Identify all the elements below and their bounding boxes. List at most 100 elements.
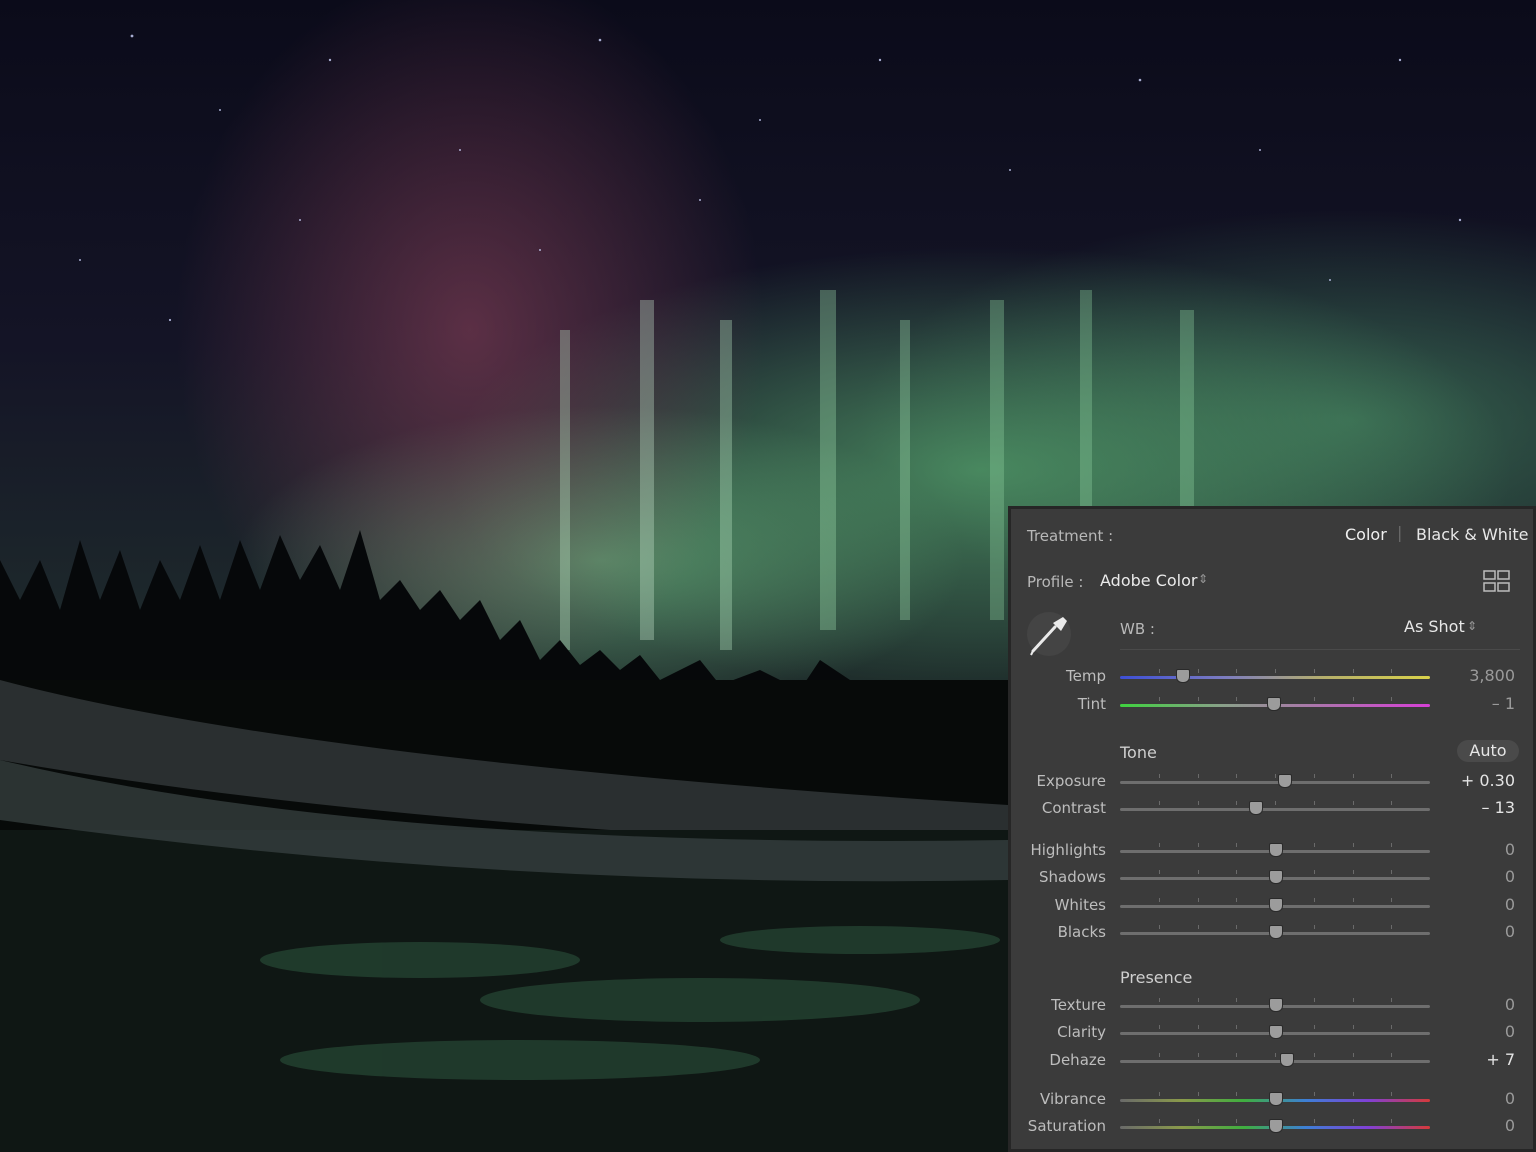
tint-tick [1314, 697, 1315, 701]
color-section: Vibrance 0 Saturation 0 [1011, 1078, 1533, 1149]
saturation-slider[interactable] [1120, 1119, 1430, 1133]
clarity-tick [1314, 1025, 1315, 1029]
contrast-tick [1314, 801, 1315, 805]
clarity-tick [1353, 1025, 1354, 1029]
tint-slider[interactable] [1120, 697, 1430, 711]
saturation-slider-thumb[interactable] [1269, 1119, 1283, 1133]
blacks-value[interactable]: 0 [1505, 922, 1515, 941]
highlights-slider[interactable] [1120, 843, 1430, 857]
clarity-slider-thumb[interactable] [1269, 1025, 1283, 1039]
contrast-value[interactable]: – 13 [1482, 798, 1515, 817]
clarity-tick [1236, 1025, 1237, 1029]
whites-value[interactable]: 0 [1505, 895, 1515, 914]
temp-slider[interactable] [1120, 669, 1430, 683]
auto-button[interactable]: Auto [1457, 740, 1519, 762]
highlights-value[interactable]: 0 [1505, 840, 1515, 859]
treatment-color-option[interactable]: Color [1345, 525, 1387, 544]
contrast-tick [1236, 801, 1237, 805]
vibrance-value[interactable]: 0 [1505, 1089, 1515, 1108]
whites-slider[interactable] [1120, 898, 1430, 912]
exposure-value[interactable]: + 0.30 [1461, 771, 1515, 790]
exposure-slider[interactable] [1120, 774, 1430, 788]
temp-tick [1275, 669, 1276, 673]
whites-slider-thumb[interactable] [1269, 898, 1283, 912]
whites-tick [1391, 898, 1392, 902]
eyedropper-icon[interactable] [1025, 611, 1075, 657]
clarity-tick [1391, 1025, 1392, 1029]
profile-row: Profile : Adobe Color ⇕ [1011, 558, 1533, 605]
contrast-slider[interactable] [1120, 801, 1430, 815]
exposure-slider-thumb[interactable] [1278, 774, 1292, 788]
dehaze-slider[interactable] [1120, 1053, 1430, 1067]
highlights-slider-thumb[interactable] [1269, 843, 1283, 857]
wb-divider [1120, 649, 1520, 650]
shadows-tick [1236, 870, 1237, 874]
highlights-tick [1314, 843, 1315, 847]
clarity-value[interactable]: 0 [1505, 1022, 1515, 1041]
tint-tick [1236, 697, 1237, 701]
tint-value[interactable]: – 1 [1492, 694, 1515, 713]
tint-label: Tint [1077, 695, 1106, 713]
dehaze-slider-thumb[interactable] [1280, 1053, 1294, 1067]
blacks-tick [1198, 925, 1199, 929]
shadows-slider-thumb[interactable] [1269, 870, 1283, 884]
contrast-label: Contrast [1041, 799, 1106, 817]
contrast-tick [1275, 801, 1276, 805]
texture-slider[interactable] [1120, 998, 1430, 1012]
dehaze-tick [1353, 1053, 1354, 1057]
temp-tick [1353, 669, 1354, 673]
shadows-tick [1159, 870, 1160, 874]
dehaze-tick [1391, 1053, 1392, 1057]
profile-dropdown[interactable]: Adobe Color [1100, 571, 1197, 590]
saturation-value[interactable]: 0 [1505, 1116, 1515, 1135]
blacks-tick [1391, 925, 1392, 929]
wb-dropdown[interactable]: As Shot [1404, 617, 1465, 636]
contrast-slider-thumb[interactable] [1249, 801, 1263, 815]
highlights-label: Highlights [1030, 841, 1106, 859]
clarity-tick [1159, 1025, 1160, 1029]
treatment-bw-option[interactable]: Black & White [1416, 525, 1528, 544]
blacks-slider[interactable] [1120, 925, 1430, 939]
dehaze-label: Dehaze [1049, 1051, 1106, 1069]
tint-slider-thumb[interactable] [1267, 697, 1281, 711]
clarity-slider[interactable] [1120, 1025, 1430, 1039]
vibrance-tick [1198, 1092, 1199, 1096]
temp-slider-thumb[interactable] [1176, 669, 1190, 683]
texture-value[interactable]: 0 [1505, 995, 1515, 1014]
dehaze-tick [1236, 1053, 1237, 1057]
texture-slider-thumb[interactable] [1269, 998, 1283, 1012]
tone-heading: Tone [1120, 743, 1157, 762]
tone-section: Tone Auto Exposure + 0.30 Contrast – 13 [1011, 728, 1533, 830]
vibrance-slider[interactable] [1120, 1092, 1430, 1106]
profile-browser-grid-icon[interactable] [1483, 570, 1511, 592]
dehaze-value[interactable]: + 7 [1486, 1050, 1515, 1069]
texture-label: Texture [1051, 996, 1106, 1014]
vibrance-slider-thumb[interactable] [1269, 1092, 1283, 1106]
white-balance-section: WB : As Shot ⇕ Temp 3,800 Tint – 1 [1011, 603, 1533, 730]
highlights-tick [1198, 843, 1199, 847]
highlights-tick [1391, 843, 1392, 847]
profile-stepper-icon[interactable]: ⇕ [1198, 572, 1208, 586]
shadows-value[interactable]: 0 [1505, 867, 1515, 886]
blacks-slider-thumb[interactable] [1269, 925, 1283, 939]
exposure-label: Exposure [1036, 772, 1106, 790]
exposure-tick [1314, 774, 1315, 778]
shadows-label: Shadows [1038, 868, 1106, 886]
exposure-tick [1236, 774, 1237, 778]
wb-stepper-icon[interactable]: ⇕ [1467, 619, 1477, 633]
exposure-tick [1353, 774, 1354, 778]
dehaze-tick [1275, 1053, 1276, 1057]
treatment-separator: | [1397, 523, 1403, 542]
texture-tick [1198, 998, 1199, 1002]
texture-tick [1314, 998, 1315, 1002]
whites-label: Whites [1054, 896, 1106, 914]
saturation-label: Saturation [1027, 1117, 1106, 1135]
shadows-tick [1198, 870, 1199, 874]
temp-value[interactable]: 3,800 [1469, 666, 1515, 685]
shadows-tick [1353, 870, 1354, 874]
temp-tick [1198, 669, 1199, 673]
exposure-tick [1159, 774, 1160, 778]
temp-tick [1391, 669, 1392, 673]
vibrance-tick [1236, 1092, 1237, 1096]
shadows-slider[interactable] [1120, 870, 1430, 884]
